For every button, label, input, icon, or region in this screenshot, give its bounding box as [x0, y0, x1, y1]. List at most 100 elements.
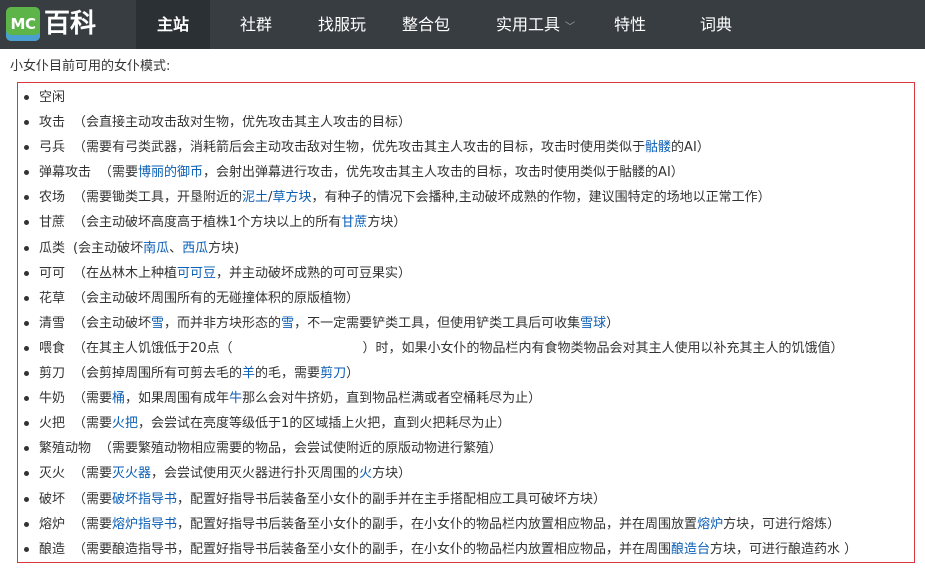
- nav-label: 主站: [156, 15, 189, 34]
- mode-description: （会主动破坏高度高于植株1个方块以上的所有: [73, 215, 342, 231]
- wiki-link[interactable]: 火: [359, 466, 372, 481]
- wiki-link[interactable]: 博丽的御币: [138, 165, 203, 180]
- mode-description: （需要锄类工具，开垦附近的: [73, 190, 243, 206]
- mode-description: （在其主人饥饿低于20点（ ）时，如果小女仆的物品栏内有食物类物品会对其主人使用…: [73, 340, 844, 356]
- mode-description: ，会尝试使用灭火器进行扑灭周围的: [151, 466, 360, 482]
- wiki-link[interactable]: 南瓜: [143, 241, 169, 256]
- nav-item-community[interactable]: 社群: [240, 0, 272, 49]
- mode-description: ，配置好指导书后装备至小女仆的副手并在主手搭配相应工具可破坏方块）: [177, 491, 607, 507]
- mode-name: 可可: [39, 265, 66, 281]
- mode-name: 攻击: [39, 115, 66, 131]
- wiki-link[interactable]: 雪: [281, 316, 294, 331]
- mode-description: 方块）: [367, 215, 407, 231]
- mode-name: 灭火: [39, 466, 66, 482]
- list-item: 酿造 （需要酿造指导书，配置好指导书后装备至小女仆的副手，在小女仆的物品栏内放置相…: [18, 537, 914, 562]
- mode-description: ，而并非方块形态的: [164, 315, 282, 331]
- list-item: 繁殖动物 （需要繁殖动物相应需要的物品，会尝试使附近的原版动物进行繁殖）: [18, 436, 914, 461]
- wiki-link[interactable]: 桶: [112, 391, 125, 406]
- mode-description: 方块，可进行酿造药水 ）: [710, 541, 858, 557]
- mode-description: （会主动破坏: [73, 315, 152, 331]
- mode-name: 酿造: [39, 541, 66, 557]
- list-item: 喂食 （在其主人饥饿低于20点（ ）时，如果小女仆的物品栏内有食物类物品会对其主人…: [18, 336, 914, 361]
- logo-badge: MC: [6, 7, 40, 41]
- mode-name: 弓兵: [39, 140, 66, 156]
- list-item: 灭火 （需要灭火器，会尝试使用灭火器进行扑灭周围的火方块）: [18, 461, 914, 486]
- mode-name: 剪刀: [39, 366, 66, 382]
- mode-description: ，会尝试在亮度等级低于1的区域插上火把，直到火把耗尽为止）: [138, 416, 511, 432]
- mode-description: （需要: [73, 466, 113, 482]
- logo-text: 百科: [44, 9, 97, 39]
- mode-description: 的毛，需要: [255, 366, 321, 382]
- nav-label: 社群: [240, 15, 273, 34]
- mode-description: ）: [606, 315, 620, 331]
- maid-mode-list-box: 空闲攻击 （会直接主动攻击敌对生物，优先攻击其主人攻击的目标） 弓兵 （需要有弓类武器…: [17, 82, 915, 563]
- nav-label: 特性: [614, 15, 647, 34]
- wiki-link[interactable]: 西瓜: [182, 241, 208, 256]
- list-item: 花草 （会主动破坏周围所有的无碰撞体积的原版植物）: [18, 286, 914, 311]
- mode-description: 方块）: [372, 466, 412, 482]
- list-item: 剪刀 （会剪掉周围所有可剪去毛的羊的毛，需要剪刀）: [18, 361, 914, 386]
- wiki-link[interactable]: 甘蔗: [341, 215, 367, 230]
- mode-description: （需要酿造指导书，配置好指导书后装备至小女仆的副手，在小女仆的物品栏内放置相应物…: [73, 541, 672, 557]
- maid-mode-list: 空闲攻击 （会直接主动攻击敌对生物，优先攻击其主人攻击的目标） 弓兵 （需要有弓类武器…: [18, 85, 914, 562]
- nav-label: 找服玩: [318, 15, 367, 34]
- mode-name: 弹幕攻击: [39, 165, 92, 181]
- mode-name: 农场: [39, 190, 66, 206]
- mode-description: （会主动破坏周围所有的无碰撞体积的原版植物）: [73, 290, 360, 306]
- wiki-link[interactable]: 熔炉: [697, 517, 723, 532]
- wiki-link[interactable]: 羊: [242, 366, 255, 381]
- mode-description: 那么会对牛挤奶，直到物品栏满或者空桶耗尽为止）: [242, 391, 542, 407]
- nav-label: 词典: [700, 15, 733, 34]
- list-item: 火把 （需要火把，会尝试在亮度等级低于1的区域插上火把，直到火把耗尽为止）: [18, 411, 914, 436]
- mode-name: 清雪: [39, 315, 66, 331]
- nav-item-main[interactable]: 主站: [136, 0, 210, 49]
- mode-description: （会直接主动攻击敌对生物，优先攻击其主人攻击的目标）: [73, 115, 412, 131]
- mode-name: 空闲: [39, 90, 66, 105]
- mode-name: 牛奶: [39, 391, 66, 407]
- wiki-link[interactable]: 可可豆: [177, 266, 216, 281]
- mode-description: 、: [169, 240, 183, 256]
- mode-description: （需要: [73, 516, 113, 532]
- wiki-link[interactable]: 剪刀: [320, 366, 346, 381]
- mode-description: （需要有弓类武器，消耗箭后会主动攻击敌对生物，优先攻击其主人攻击的目标，攻击时使…: [73, 140, 646, 156]
- wiki-link[interactable]: 骷髅: [645, 140, 671, 155]
- top-navigation-bar: MC 百科 主站 社群 找服玩 整合包 实用工具 ﹀ 特性 词典: [0, 0, 925, 49]
- nav-item-dictionary[interactable]: 词典: [700, 0, 732, 49]
- list-item: 可可 （在丛林木上种植可可豆，并主动破坏成熟的可可豆果实）: [18, 261, 914, 286]
- wiki-link[interactable]: 灭火器: [112, 466, 151, 481]
- mode-description: ，并主动破坏成熟的可可豆果实）: [216, 265, 412, 281]
- mode-description: ，配置好指导书后装备至小女仆的副手，在小女仆的物品栏内放置相应物品，并在周围放置: [177, 516, 698, 532]
- wiki-link[interactable]: 泥土: [242, 190, 268, 205]
- nav-label: 整合包: [402, 15, 451, 34]
- mode-description: ，会射出弹幕进行攻击，优先攻击其主人攻击的目标，攻击时使用类似于骷髅的AI）: [203, 165, 684, 181]
- nav-item-modpack[interactable]: 整合包: [402, 0, 450, 49]
- list-item: 攻击 （会直接主动攻击敌对生物，优先攻击其主人攻击的目标）: [18, 110, 914, 135]
- mode-name: 破坏: [39, 491, 66, 507]
- mode-description: （需要繁殖动物相应需要的物品，会尝试使附近的原版动物进行繁殖）: [99, 441, 503, 457]
- mode-description: ，不一定需要铲类工具，但使用铲类工具后可收集: [294, 315, 581, 331]
- mode-name: 瓜类: [39, 240, 66, 256]
- wiki-link[interactable]: 草方块: [272, 190, 311, 205]
- mode-description: 方块): [208, 240, 240, 256]
- mode-description: （会剪掉周围所有可剪去毛的: [73, 366, 243, 382]
- nav-item-tools[interactable]: 实用工具 ﹀: [496, 0, 575, 49]
- nav-item-find-server[interactable]: 找服玩: [318, 0, 366, 49]
- nav-label: 实用工具: [496, 15, 561, 34]
- wiki-link[interactable]: 雪球: [580, 316, 606, 331]
- wiki-link[interactable]: 破坏指导书: [112, 492, 177, 507]
- wiki-link[interactable]: 牛: [229, 391, 242, 406]
- mode-name: 花草: [39, 290, 66, 306]
- mode-description: ）: [346, 366, 360, 382]
- nav-item-features[interactable]: 特性: [614, 0, 646, 49]
- wiki-link[interactable]: 熔炉指导书: [112, 517, 177, 532]
- mode-description: 的AI）: [671, 140, 710, 156]
- mode-description: （需要: [73, 391, 113, 407]
- intro-text: 小女仆目前可用的女仆模式:: [10, 59, 171, 74]
- wiki-link[interactable]: 酿造台: [671, 542, 710, 557]
- list-item: 弓兵 （需要有弓类武器，消耗箭后会主动攻击敌对生物，优先攻击其主人攻击的目标，攻击…: [18, 135, 914, 160]
- list-item: 熔炉 （需要熔炉指导书，配置好指导书后装备至小女仆的副手，在小女仆的物品栏内放置相…: [18, 512, 914, 537]
- wiki-link[interactable]: 火把: [112, 416, 138, 431]
- mode-description: （在丛林木上种植: [73, 265, 178, 281]
- mode-description: （需要: [99, 165, 139, 181]
- wiki-link[interactable]: 雪: [151, 316, 164, 331]
